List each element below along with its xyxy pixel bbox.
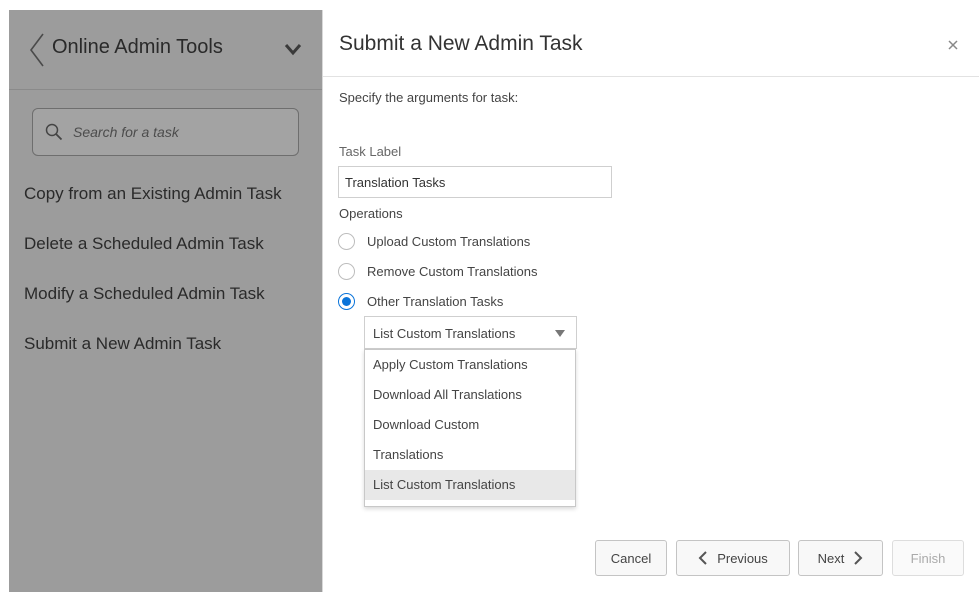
- task-label-label: Task Label: [339, 144, 402, 159]
- caret-down-icon: [555, 330, 565, 337]
- radio-label: Upload Custom Translations: [367, 233, 531, 249]
- dialog-title: Submit a New Admin Task: [339, 32, 583, 55]
- search-input[interactable]: [73, 109, 293, 155]
- radio-button-selected[interactable]: [338, 292, 355, 310]
- task-list: Copy from an Existing Admin Task Delete …: [9, 182, 322, 382]
- dialog-panel: Submit a New Admin Task Specify the argu…: [322, 10, 979, 592]
- close-icon[interactable]: [945, 37, 961, 53]
- chevron-left-icon: [698, 551, 707, 565]
- sidebar-item-submit-task[interactable]: Submit a New Admin Task: [9, 332, 322, 382]
- dropdown-option[interactable]: Download Custom: [365, 410, 575, 440]
- dialog-prompt: Specify the arguments for task:: [339, 90, 519, 105]
- dropdown-option[interactable]: Translations: [365, 440, 575, 470]
- radio-other-translation-tasks[interactable]: Other Translation Tasks: [338, 290, 503, 312]
- sidebar-title: Online Admin Tools: [52, 36, 223, 58]
- select-dropdown: Apply Custom Translations Download All T…: [364, 349, 576, 507]
- sidebar-item-modify-task[interactable]: Modify a Scheduled Admin Task: [9, 282, 322, 332]
- search-icon: [45, 123, 63, 141]
- button-label: Previous: [717, 550, 768, 566]
- sidebar: Online Admin Tools Copy from an Existing…: [9, 10, 322, 592]
- divider: [323, 76, 979, 77]
- chevron-down-icon[interactable]: [283, 42, 303, 56]
- select-value: List Custom Translations: [373, 326, 516, 341]
- chevron-left-icon[interactable]: [27, 30, 47, 70]
- radio-button[interactable]: [338, 262, 355, 280]
- task-label-input[interactable]: [338, 166, 612, 198]
- button-label: Next: [817, 550, 845, 566]
- radio-remove-custom-translations[interactable]: Remove Custom Translations: [338, 260, 538, 282]
- radio-label: Other Translation Tasks: [367, 293, 504, 309]
- sidebar-item-delete-task[interactable]: Delete a Scheduled Admin Task: [9, 232, 322, 282]
- next-button[interactable]: Next: [798, 540, 883, 576]
- previous-button[interactable]: Previous: [676, 540, 790, 576]
- translation-task-select[interactable]: List Custom Translations: [364, 316, 577, 349]
- dropdown-option[interactable]: Apply Custom Translations: [365, 350, 575, 380]
- button-label: Finish: [910, 550, 946, 566]
- button-label: Cancel: [610, 550, 652, 566]
- radio-button[interactable]: [338, 232, 355, 250]
- operations-label: Operations: [339, 206, 403, 221]
- radio-label: Remove Custom Translations: [367, 263, 538, 279]
- dropdown-option-selected[interactable]: List Custom Translations: [365, 470, 575, 500]
- search-box[interactable]: [32, 108, 299, 156]
- sidebar-item-copy-task[interactable]: Copy from an Existing Admin Task: [9, 182, 322, 232]
- dialog-footer: Cancel Previous Next Finish: [323, 540, 979, 584]
- radio-upload-custom-translations[interactable]: Upload Custom Translations: [338, 230, 530, 252]
- finish-button: Finish: [892, 540, 964, 576]
- dropdown-option[interactable]: Download All Translations: [365, 380, 575, 410]
- chevron-right-icon: [854, 551, 863, 565]
- sidebar-header: Online Admin Tools: [9, 10, 322, 90]
- cancel-button[interactable]: Cancel: [595, 540, 667, 576]
